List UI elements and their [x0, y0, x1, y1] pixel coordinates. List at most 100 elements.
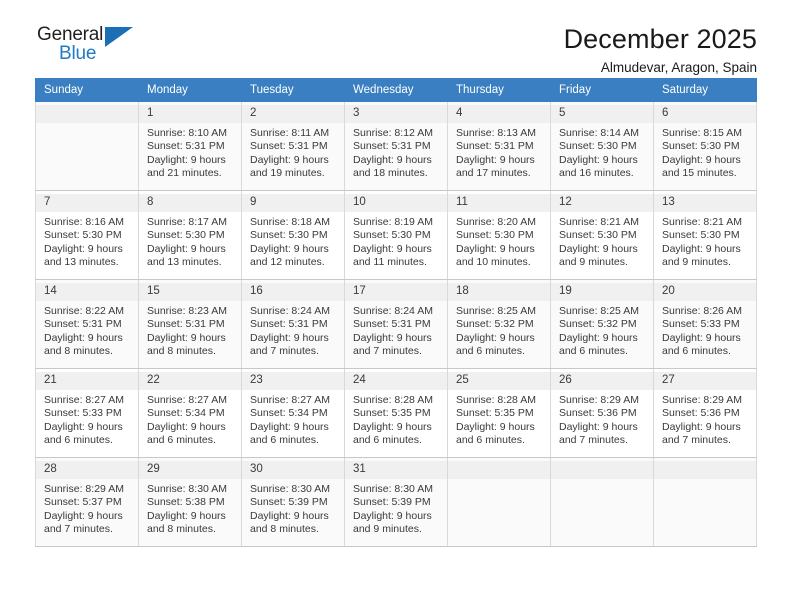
calendar-day-cell-empty [550, 457, 654, 547]
day-number: 13 [654, 194, 756, 212]
calendar-day-cell[interactable]: 15 Sunrise: 8:23 AM Sunset: 5:31 PM Dayli… [138, 279, 242, 369]
day-number: 23 [242, 372, 344, 390]
day-cell-inner: 15 Sunrise: 8:23 AM Sunset: 5:31 PM Dayli… [139, 280, 241, 359]
calendar-day-cell[interactable]: 16 Sunrise: 8:24 AM Sunset: 5:31 PM Dayli… [241, 279, 345, 369]
calendar-page: General Blue December 2025 Almudevar, Ar… [0, 0, 792, 612]
day-number: 6 [654, 105, 756, 123]
calendar-day-cell[interactable]: 22 Sunrise: 8:27 AM Sunset: 5:34 PM Dayli… [138, 368, 242, 458]
day-cell-inner: 4 Sunrise: 8:13 AM Sunset: 5:31 PM Daylig… [448, 102, 550, 181]
calendar-day-cell[interactable]: 7 Sunrise: 8:16 AM Sunset: 5:30 PM Daylig… [35, 190, 139, 280]
sunrise-sunset-calendar: Sunday Monday Tuesday Wednesday Thursday… [35, 78, 757, 547]
calendar-day-cell[interactable]: 4 Sunrise: 8:13 AM Sunset: 5:31 PM Daylig… [447, 101, 551, 191]
calendar-day-cell[interactable]: 31 Sunrise: 8:30 AM Sunset: 5:39 PM Dayli… [344, 457, 448, 547]
day-sun-details: Sunrise: 8:21 AM Sunset: 5:30 PM Dayligh… [559, 216, 639, 269]
day-cell-inner: 12 Sunrise: 8:21 AM Sunset: 5:30 PM Dayli… [551, 191, 653, 270]
day-sun-details: Sunrise: 8:27 AM Sunset: 5:34 PM Dayligh… [147, 394, 227, 447]
calendar-week-row: 21 Sunrise: 8:27 AM Sunset: 5:33 PM Dayli… [35, 368, 757, 458]
day-sun-details: Sunrise: 8:28 AM Sunset: 5:35 PM Dayligh… [353, 394, 433, 447]
day-cell-inner: 16 Sunrise: 8:24 AM Sunset: 5:31 PM Dayli… [242, 280, 344, 359]
day-sun-details: Sunrise: 8:19 AM Sunset: 5:30 PM Dayligh… [353, 216, 433, 269]
weekday-header-thursday: Thursday [447, 78, 551, 102]
calendar-day-cell[interactable]: 3 Sunrise: 8:12 AM Sunset: 5:31 PM Daylig… [344, 101, 448, 191]
calendar-day-cell[interactable]: 25 Sunrise: 8:28 AM Sunset: 5:35 PM Dayli… [447, 368, 551, 458]
calendar-day-cell[interactable]: 21 Sunrise: 8:27 AM Sunset: 5:33 PM Dayli… [35, 368, 139, 458]
day-sun-details: Sunrise: 8:17 AM Sunset: 5:30 PM Dayligh… [147, 216, 227, 269]
day-cell-inner: 23 Sunrise: 8:27 AM Sunset: 5:34 PM Dayli… [242, 369, 344, 448]
calendar-day-cell[interactable]: 26 Sunrise: 8:29 AM Sunset: 5:36 PM Dayli… [550, 368, 654, 458]
day-cell-inner: 17 Sunrise: 8:24 AM Sunset: 5:31 PM Dayli… [345, 280, 447, 359]
day-number [654, 461, 756, 479]
day-sun-details: Sunrise: 8:13 AM Sunset: 5:31 PM Dayligh… [456, 127, 536, 180]
day-sun-details: Sunrise: 8:30 AM Sunset: 5:39 PM Dayligh… [353, 483, 433, 536]
day-cell-inner: 18 Sunrise: 8:25 AM Sunset: 5:32 PM Dayli… [448, 280, 550, 359]
day-number: 8 [139, 194, 241, 212]
weekday-header-sunday: Sunday [35, 78, 139, 102]
day-sun-details: Sunrise: 8:14 AM Sunset: 5:30 PM Dayligh… [559, 127, 639, 180]
day-cell-inner: 2 Sunrise: 8:11 AM Sunset: 5:31 PM Daylig… [242, 102, 344, 181]
day-cell-inner: 6 Sunrise: 8:15 AM Sunset: 5:30 PM Daylig… [654, 102, 756, 181]
day-number: 18 [448, 283, 550, 301]
calendar-day-cell[interactable]: 10 Sunrise: 8:19 AM Sunset: 5:30 PM Dayli… [344, 190, 448, 280]
day-sun-details: Sunrise: 8:10 AM Sunset: 5:31 PM Dayligh… [147, 127, 227, 180]
day-number: 16 [242, 283, 344, 301]
calendar-day-cell[interactable]: 14 Sunrise: 8:22 AM Sunset: 5:31 PM Dayli… [35, 279, 139, 369]
calendar-day-cell[interactable]: 19 Sunrise: 8:25 AM Sunset: 5:32 PM Dayli… [550, 279, 654, 369]
day-cell-inner: 1 Sunrise: 8:10 AM Sunset: 5:31 PM Daylig… [139, 102, 241, 181]
day-sun-details: Sunrise: 8:20 AM Sunset: 5:30 PM Dayligh… [456, 216, 536, 269]
day-sun-details: Sunrise: 8:26 AM Sunset: 5:33 PM Dayligh… [662, 305, 742, 358]
calendar-day-cell[interactable]: 2 Sunrise: 8:11 AM Sunset: 5:31 PM Daylig… [241, 101, 345, 191]
day-sun-details: Sunrise: 8:28 AM Sunset: 5:35 PM Dayligh… [456, 394, 536, 447]
day-cell-inner: 13 Sunrise: 8:21 AM Sunset: 5:30 PM Dayli… [654, 191, 756, 270]
day-number: 26 [551, 372, 653, 390]
day-number: 11 [448, 194, 550, 212]
day-cell-inner [551, 458, 653, 479]
day-number: 30 [242, 461, 344, 479]
calendar-day-cell[interactable]: 1 Sunrise: 8:10 AM Sunset: 5:31 PM Daylig… [138, 101, 242, 191]
day-cell-inner: 24 Sunrise: 8:28 AM Sunset: 5:35 PM Dayli… [345, 369, 447, 448]
calendar-day-cell[interactable]: 24 Sunrise: 8:28 AM Sunset: 5:35 PM Dayli… [344, 368, 448, 458]
calendar-day-cell[interactable]: 18 Sunrise: 8:25 AM Sunset: 5:32 PM Dayli… [447, 279, 551, 369]
calendar-day-cell[interactable]: 29 Sunrise: 8:30 AM Sunset: 5:38 PM Dayli… [138, 457, 242, 547]
day-cell-inner: 21 Sunrise: 8:27 AM Sunset: 5:33 PM Dayli… [36, 369, 138, 448]
calendar-day-cell-empty [447, 457, 551, 547]
page-title: December 2025 [563, 24, 757, 54]
day-cell-inner: 3 Sunrise: 8:12 AM Sunset: 5:31 PM Daylig… [345, 102, 447, 181]
calendar-day-cell[interactable]: 30 Sunrise: 8:30 AM Sunset: 5:39 PM Dayli… [241, 457, 345, 547]
calendar-day-cell[interactable]: 6 Sunrise: 8:15 AM Sunset: 5:30 PM Daylig… [653, 101, 757, 191]
day-cell-inner [36, 102, 138, 123]
day-cell-inner: 27 Sunrise: 8:29 AM Sunset: 5:36 PM Dayli… [654, 369, 756, 448]
day-cell-inner: 11 Sunrise: 8:20 AM Sunset: 5:30 PM Dayli… [448, 191, 550, 270]
day-number: 4 [448, 105, 550, 123]
calendar-day-cell[interactable]: 8 Sunrise: 8:17 AM Sunset: 5:30 PM Daylig… [138, 190, 242, 280]
day-cell-inner: 25 Sunrise: 8:28 AM Sunset: 5:35 PM Dayli… [448, 369, 550, 448]
day-number: 3 [345, 105, 447, 123]
day-sun-details: Sunrise: 8:12 AM Sunset: 5:31 PM Dayligh… [353, 127, 433, 180]
day-sun-details: Sunrise: 8:30 AM Sunset: 5:39 PM Dayligh… [250, 483, 330, 536]
calendar-day-cell[interactable]: 5 Sunrise: 8:14 AM Sunset: 5:30 PM Daylig… [550, 101, 654, 191]
calendar-week-row: 28 Sunrise: 8:29 AM Sunset: 5:37 PM Dayli… [35, 457, 757, 547]
day-number: 12 [551, 194, 653, 212]
day-number: 24 [345, 372, 447, 390]
calendar-day-cell[interactable]: 27 Sunrise: 8:29 AM Sunset: 5:36 PM Dayli… [653, 368, 757, 458]
calendar-day-cell[interactable]: 13 Sunrise: 8:21 AM Sunset: 5:30 PM Dayli… [653, 190, 757, 280]
day-number: 2 [242, 105, 344, 123]
day-sun-details: Sunrise: 8:27 AM Sunset: 5:34 PM Dayligh… [250, 394, 330, 447]
calendar-day-cell[interactable]: 17 Sunrise: 8:24 AM Sunset: 5:31 PM Dayli… [344, 279, 448, 369]
weekday-header-wednesday: Wednesday [344, 78, 448, 102]
day-sun-details: Sunrise: 8:27 AM Sunset: 5:33 PM Dayligh… [44, 394, 124, 447]
day-number: 29 [139, 461, 241, 479]
calendar-day-cell[interactable]: 12 Sunrise: 8:21 AM Sunset: 5:30 PM Dayli… [550, 190, 654, 280]
day-number [551, 461, 653, 479]
calendar-day-cell[interactable]: 28 Sunrise: 8:29 AM Sunset: 5:37 PM Dayli… [35, 457, 139, 547]
calendar-day-cell[interactable]: 23 Sunrise: 8:27 AM Sunset: 5:34 PM Dayli… [241, 368, 345, 458]
day-number: 19 [551, 283, 653, 301]
title-block: December 2025 Almudevar, Aragon, Spain [564, 24, 757, 76]
calendar-day-cell[interactable]: 20 Sunrise: 8:26 AM Sunset: 5:33 PM Dayli… [653, 279, 757, 369]
calendar-day-cell[interactable]: 11 Sunrise: 8:20 AM Sunset: 5:30 PM Dayli… [447, 190, 551, 280]
day-cell-inner [448, 458, 550, 479]
day-number: 25 [448, 372, 550, 390]
day-sun-details: Sunrise: 8:24 AM Sunset: 5:31 PM Dayligh… [353, 305, 433, 358]
calendar-day-cell-empty [653, 457, 757, 547]
calendar-day-cell[interactable]: 9 Sunrise: 8:18 AM Sunset: 5:30 PM Daylig… [241, 190, 345, 280]
day-number: 7 [36, 194, 138, 212]
